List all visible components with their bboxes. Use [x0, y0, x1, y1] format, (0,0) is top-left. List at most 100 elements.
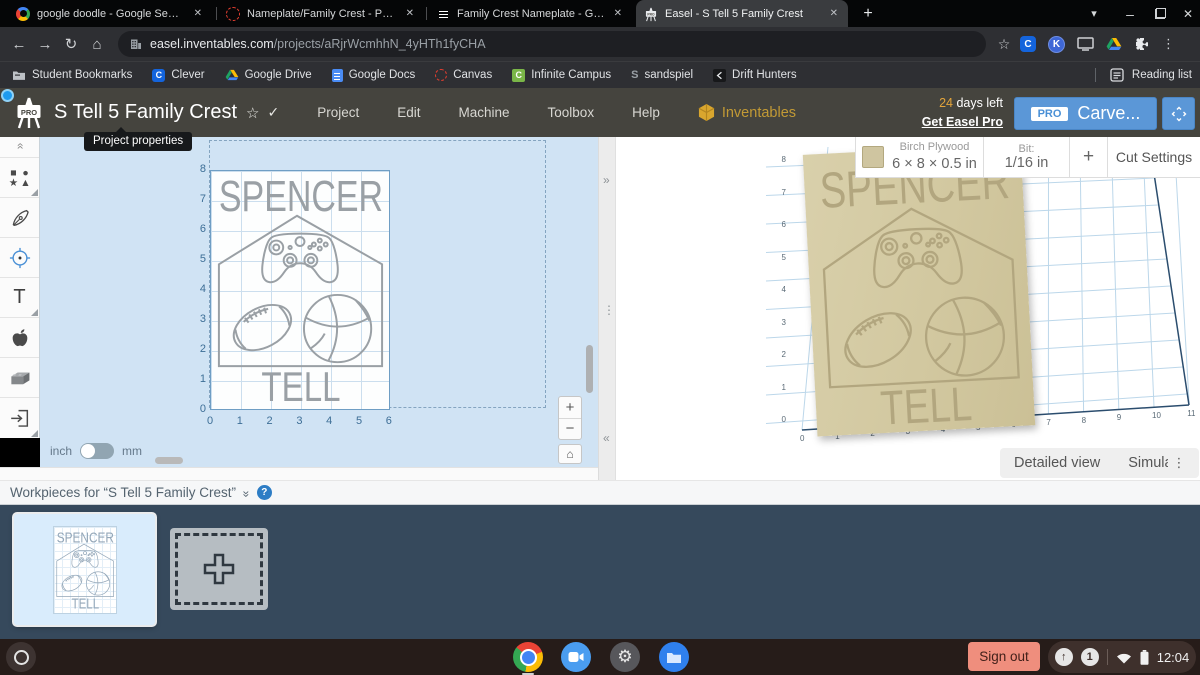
panel-divider-strip: » ⋮ «: [598, 137, 616, 480]
workpiece-thumbnail-selected[interactable]: [14, 514, 155, 625]
favorite-star-icon[interactable]: ☆: [246, 104, 259, 122]
bookmark-google-drive[interactable]: Google Drive: [225, 69, 312, 81]
close-window-button[interactable]: ✕: [1176, 0, 1200, 27]
panel-drag-handle[interactable]: [155, 457, 183, 464]
bookmark-student-bookmarks[interactable]: Student Bookmarks: [12, 69, 132, 81]
project-title[interactable]: S Tell 5 Family Crest: [54, 101, 237, 124]
import-tool[interactable]: [0, 398, 39, 438]
origin-tool[interactable]: [0, 238, 39, 278]
preview-menu-button[interactable]: ⋮: [1168, 450, 1190, 476]
apps-tool[interactable]: [0, 318, 39, 358]
preview-x-tick: 0: [800, 434, 805, 443]
collapse-left-icon[interactable]: «: [603, 431, 610, 445]
y-tick-label: 2: [199, 343, 206, 355]
collapse-toolbar-button[interactable]: »: [0, 137, 39, 158]
carve-preview-panel: » ⋮ « 01234567891011 876543210 Birch Ply…: [598, 137, 1200, 480]
zoom-app-icon[interactable]: [561, 642, 591, 672]
zoom-out-button[interactable]: −: [559, 419, 581, 440]
browser-menu-icon[interactable]: ⋮: [1162, 36, 1175, 52]
tab-close-icon[interactable]: ✕: [192, 8, 204, 19]
reading-list-button[interactable]: Reading list: [1132, 69, 1192, 81]
material-section[interactable]: Birch Plywood 6 × 8 × 0.5 in: [856, 137, 984, 177]
carve-button[interactable]: PRO Carve...: [1014, 97, 1157, 130]
bookmark-clever[interactable]: C Clever: [152, 68, 205, 82]
preview-x-tick: 8: [1081, 415, 1087, 425]
menu-toolbox[interactable]: Toolbox: [548, 105, 595, 120]
workpiece-surface[interactable]: [210, 170, 390, 410]
preview-y-tick: 5: [781, 252, 786, 262]
zoom-in-button[interactable]: +: [559, 397, 581, 419]
tab-close-icon[interactable]: ✕: [612, 8, 624, 19]
back-button[interactable]: ←: [6, 36, 32, 53]
get-easel-pro-link[interactable]: Get Easel Pro: [922, 113, 1003, 131]
tab-google-doodle[interactable]: google doodle - Google Search ✕: [8, 0, 212, 27]
tab-nameplate-project[interactable]: Nameplate/Family Crest - Proje ✕: [218, 0, 424, 27]
tab-close-icon[interactable]: ✕: [404, 8, 416, 19]
site-building-icon: [131, 39, 141, 49]
status-tray[interactable]: ↑ 1 12:04: [1048, 641, 1196, 673]
sign-out-button[interactable]: Sign out: [968, 642, 1040, 671]
preview-3d-view[interactable]: 01234567891011 876543210: [616, 137, 1200, 480]
tab-title: Nameplate/Family Crest - Proje: [247, 7, 397, 20]
project-properties-tooltip: Project properties: [84, 127, 193, 151]
bookmark-infinite-campus[interactable]: C Infinite Campus: [512, 68, 611, 82]
reload-button[interactable]: ↻: [58, 35, 84, 53]
forward-button[interactable]: →: [32, 36, 58, 53]
bookmark-star-icon[interactable]: ☆: [992, 36, 1016, 53]
extensions-puzzle-icon[interactable]: [1134, 36, 1150, 52]
chevron-down-double-icon[interactable]: »: [239, 490, 253, 495]
pen-tool[interactable]: [0, 198, 39, 238]
material-blocks-tool[interactable]: [0, 358, 39, 398]
tab-family-crest-doc[interactable]: Family Crest Nameplate - Googl ✕: [428, 0, 632, 27]
saved-check-icon: ✓: [267, 104, 280, 120]
menu-help[interactable]: Help: [632, 105, 660, 120]
settings-app-icon[interactable]: ⚙: [610, 642, 640, 672]
add-workpiece-button[interactable]: [170, 528, 268, 610]
tab-easel-active[interactable]: Easel - S Tell 5 Family Crest ✕: [636, 0, 848, 27]
menu-machine[interactable]: Machine: [459, 105, 510, 120]
apple-icon: [12, 328, 27, 346]
tab-search-chevron-icon[interactable]: ▾: [1082, 0, 1106, 27]
new-tab-button[interactable]: +: [856, 2, 880, 26]
preview-y-tick: 2: [781, 350, 786, 359]
menu-edit[interactable]: Edit: [397, 105, 420, 120]
launcher-button[interactable]: [6, 642, 36, 672]
easel-pro-logo[interactable]: [14, 96, 44, 130]
restore-button[interactable]: [1148, 0, 1172, 27]
clever-extension-icon[interactable]: C: [1020, 36, 1036, 52]
cut-settings-button[interactable]: Cut Settings: [1108, 137, 1200, 177]
expand-right-icon[interactable]: »: [603, 173, 610, 187]
inventables-brand[interactable]: Inventables: [698, 103, 796, 122]
cast-screen-icon[interactable]: [1077, 37, 1094, 51]
bit-section[interactable]: Bit: 1/16 in: [984, 137, 1070, 177]
shapes-tool[interactable]: ■ ● ★ ▲: [0, 158, 39, 198]
text-tool[interactable]: T: [0, 278, 39, 318]
help-icon[interactable]: ?: [256, 485, 272, 500]
zoom-home-button[interactable]: ⌂: [558, 444, 582, 464]
kami-extension-icon[interactable]: K: [1048, 35, 1065, 53]
google-drive-icon[interactable]: [1106, 37, 1122, 51]
home-button[interactable]: ⌂: [84, 36, 110, 53]
tab-close-icon[interactable]: ✕: [828, 8, 840, 19]
detailed-view-button[interactable]: Detailed view: [1000, 455, 1114, 471]
bookmark-google-docs[interactable]: Google Docs: [331, 68, 415, 82]
crest-design[interactable]: [211, 171, 389, 409]
x-tick-label: 0: [206, 415, 214, 427]
address-bar[interactable]: easel.inventables.com/projects/aRjrWcmhh…: [118, 31, 986, 57]
minimize-button[interactable]: –: [1118, 0, 1142, 27]
design-canvas[interactable]: Project properties 8 7 6 5 4 3 2 1 0 0 1 2 3 4 5 6 + −…: [40, 127, 598, 467]
bookmark-canvas[interactable]: Canvas: [435, 69, 492, 81]
jog-machine-button[interactable]: [1162, 97, 1195, 130]
divider-handle-icon[interactable]: ⋮: [603, 303, 615, 317]
bookmark-sandspiel[interactable]: S sandspiel: [631, 69, 693, 81]
files-app-icon[interactable]: [659, 642, 689, 672]
bookmark-drift-hunters[interactable]: Drift Hunters: [713, 68, 797, 82]
folder-icon: [13, 71, 25, 80]
unit-toggle[interactable]: [80, 443, 115, 459]
menu-project[interactable]: Project: [317, 105, 359, 120]
chrome-app-icon[interactable]: [513, 642, 543, 672]
google-docs-icon: [331, 68, 343, 82]
add-bit-button[interactable]: +: [1070, 137, 1108, 177]
preview-y-tick: 7: [781, 187, 786, 197]
canvas-vertical-scrollbar[interactable]: [586, 345, 593, 393]
